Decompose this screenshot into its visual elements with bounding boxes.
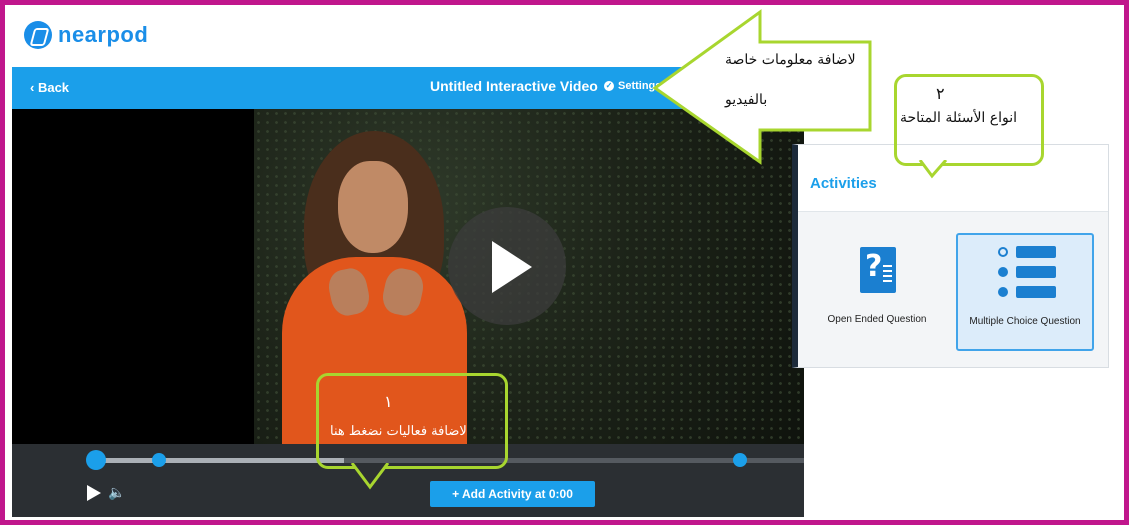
check-circle-icon: ✓ [604, 81, 614, 91]
nearpod-logo-icon [24, 21, 52, 49]
multiple-choice-icon [998, 245, 1058, 301]
volume-icon[interactable]: 🔈 [108, 484, 125, 501]
question-types-callout-tail [918, 160, 948, 179]
settings-button[interactable]: ✓ Settings [604, 80, 661, 92]
activities-panel: Activities Open Ended Question Multiple … [792, 144, 1109, 368]
add-activity-callout [316, 373, 508, 469]
play-icon[interactable] [87, 485, 101, 501]
open-question-icon [860, 247, 896, 293]
back-label: Back [37, 80, 70, 95]
add-activity-button[interactable]: + Add Activity at 0:00 [430, 481, 595, 507]
activity-marker[interactable] [152, 453, 166, 467]
nearpod-logo: nearpod [24, 21, 148, 49]
activity-tile-open-ended[interactable]: Open Ended Question [810, 233, 944, 347]
annotation-video-info: لاضافة معلومات خاصة [725, 52, 856, 68]
top-bar: ‹ Back Untitled Interactive Video ✓ Sett… [12, 67, 804, 109]
annotation-add-activity-num: ١ [384, 392, 393, 411]
timeline-scrubber[interactable] [86, 450, 106, 470]
annotation-question-types-num: ٢ [936, 84, 945, 103]
timeline-progress [94, 458, 344, 463]
annotation-add-activity: لاضافة فعاليات نضغط هنا [330, 424, 467, 439]
back-button[interactable]: ‹ Back [30, 80, 69, 95]
annotation-question-types: انواع الأسئلة المتاحة [900, 110, 1018, 126]
presenter-face [338, 161, 408, 253]
activity-tile-multiple-choice[interactable]: Multiple Choice Question [956, 233, 1094, 351]
annotation-video-info-2: بالفيديو [725, 92, 768, 108]
play-overlay-button[interactable] [448, 207, 566, 325]
settings-label: Settings [618, 80, 662, 92]
activity-tile-label: Open Ended Question [827, 314, 927, 325]
add-activity-callout-tail [350, 463, 390, 490]
activities-title: Activities [810, 175, 877, 192]
activity-marker[interactable] [733, 453, 747, 467]
activity-tile-label: Multiple Choice Question [969, 316, 1081, 327]
brand-name: nearpod [58, 22, 149, 47]
video-title: Untitled Interactive Video [430, 78, 598, 94]
